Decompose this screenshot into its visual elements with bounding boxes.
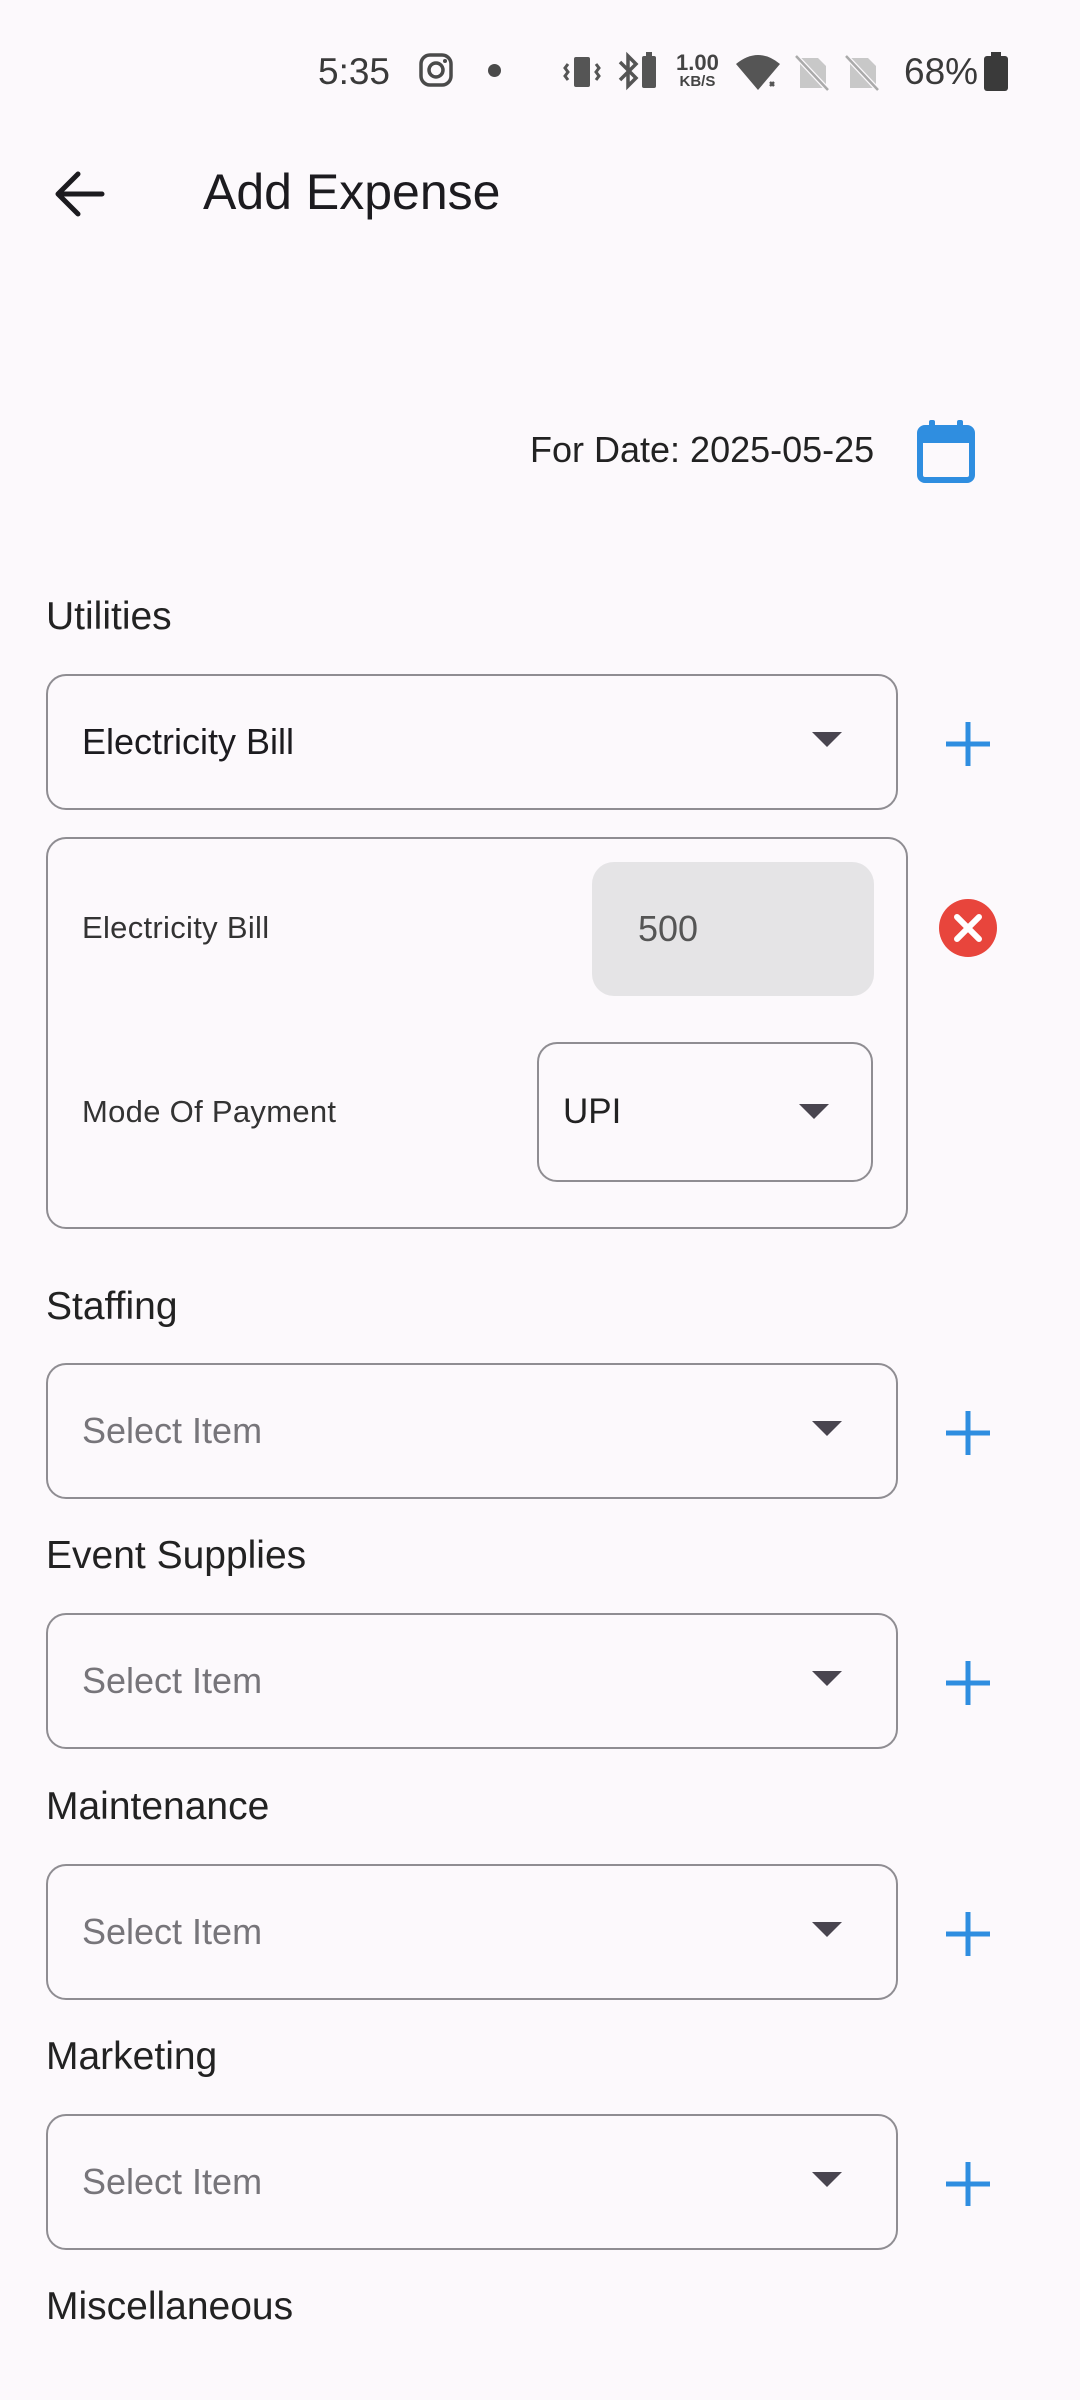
marketing-dropdown[interactable]: Select Item <box>46 2114 898 2250</box>
dropdown-arrow-icon <box>812 732 842 747</box>
no-sim-icon-2 <box>844 54 880 92</box>
utilities-dropdown[interactable]: Electricity Bill <box>46 674 898 810</box>
dropdown-arrow-icon <box>812 1421 842 1436</box>
add-utilities-icon[interactable] <box>942 718 994 770</box>
add-marketing-icon[interactable] <box>942 2158 994 2210</box>
utilities-dropdown-value: Electricity Bill <box>82 721 295 762</box>
battery-icon <box>984 52 1008 91</box>
bluetooth-battery-icon <box>618 51 656 91</box>
maintenance-dropdown-placeholder: Select Item <box>82 1911 263 1952</box>
section-label-staffing: Staffing <box>46 1285 178 1328</box>
amount-field[interactable]: 500 <box>592 862 874 996</box>
dropdown-arrow-icon <box>812 1671 842 1686</box>
payment-mode-value: UPI <box>563 1092 622 1131</box>
instagram-icon <box>419 53 453 87</box>
add-staffing-icon[interactable] <box>942 1407 994 1459</box>
dropdown-arrow-icon <box>812 2172 842 2187</box>
event-supplies-dropdown-placeholder: Select Item <box>82 1660 263 1701</box>
battery-percent: 68% <box>904 51 979 92</box>
date-label: For Date: 2025-05-25 <box>530 429 875 470</box>
notification-dot-icon <box>488 64 501 77</box>
status-time: 5:35 <box>318 51 391 92</box>
event-supplies-dropdown[interactable]: Select Item <box>46 1613 898 1749</box>
back-arrow-icon[interactable] <box>50 164 110 224</box>
marketing-dropdown-placeholder: Select Item <box>82 2161 263 2202</box>
section-label-marketing: Marketing <box>46 2035 218 2078</box>
section-label-event-supplies: Event Supplies <box>46 1534 307 1577</box>
no-sim-icon <box>794 54 830 92</box>
net-speed-indicator: 1.00 KB/S <box>676 50 719 90</box>
expense-item-name: Electricity Bill <box>82 910 270 945</box>
add-event-supplies-icon[interactable] <box>942 1657 994 1709</box>
add-maintenance-icon[interactable] <box>942 1908 994 1960</box>
page-title: Add Expense <box>203 164 501 220</box>
maintenance-dropdown[interactable]: Select Item <box>46 1864 898 2000</box>
payment-mode-dropdown[interactable]: UPI <box>537 1042 873 1182</box>
net-speed-value: 1.00 <box>676 50 719 75</box>
calendar-icon[interactable] <box>914 418 978 486</box>
section-label-utilities: Utilities <box>46 595 172 638</box>
wifi-icon <box>736 55 780 90</box>
net-speed-unit: KB/S <box>679 73 716 90</box>
dropdown-arrow-icon <box>812 1922 842 1937</box>
staffing-dropdown[interactable]: Select Item <box>46 1363 898 1499</box>
section-label-miscellaneous: Miscellaneous <box>46 2285 294 2328</box>
dropdown-arrow-icon <box>799 1104 829 1119</box>
vibrate-icon <box>563 57 601 87</box>
staffing-dropdown-placeholder: Select Item <box>82 1410 263 1451</box>
section-label-maintenance: Maintenance <box>46 1785 270 1828</box>
mode-of-payment-label: Mode Of Payment <box>82 1094 337 1129</box>
remove-item-icon[interactable] <box>937 897 999 959</box>
